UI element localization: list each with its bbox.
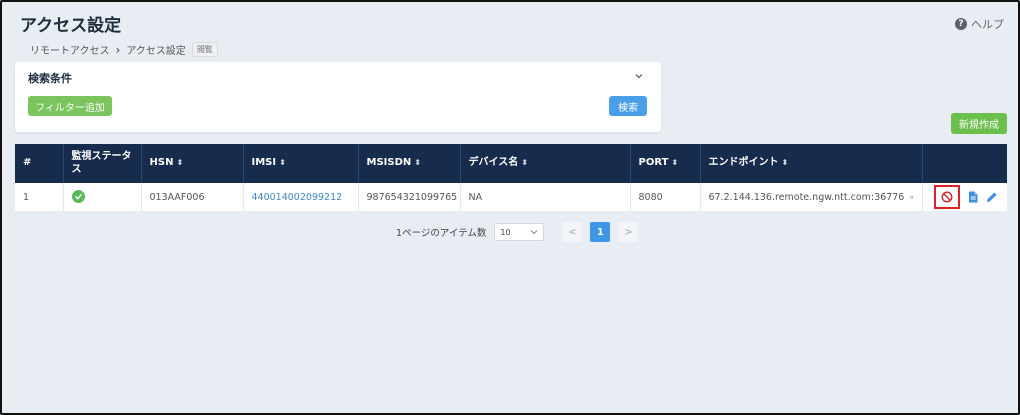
sort-icon[interactable]: ⬍	[671, 158, 678, 167]
cell-msisdn: 987654321099765	[358, 183, 461, 211]
sort-icon[interactable]: ⬍	[414, 158, 421, 167]
column-header-msisdn[interactable]: MSISDN ⬍	[358, 144, 461, 183]
table-header-row: # 監視ステータス HSN ⬍ IMSI ⬍ MSISDN ⬍ デバイス名 ⬍ PORT…	[15, 144, 1007, 183]
access-settings-table: # 監視ステータス HSN ⬍ IMSI ⬍ MSISDN ⬍ デバイス名 ⬍ PORT…	[15, 144, 1007, 211]
cell-hsn: 013AAF006	[141, 183, 244, 211]
items-per-page-label: 1ページのアイテム数	[396, 228, 487, 239]
edit-pencil-icon[interactable]	[986, 191, 998, 203]
search-panel-title: 検索条件	[28, 72, 72, 85]
sort-icon[interactable]: ⬍	[521, 158, 528, 167]
check-circle-icon	[71, 190, 85, 203]
page-title: アクセス設定	[20, 16, 122, 36]
document-icon[interactable]	[968, 191, 978, 203]
prev-page-button[interactable]: <	[562, 222, 583, 242]
breadcrumb-item-access-settings: アクセス設定	[126, 46, 186, 57]
pagination: 1ページのアイテム数 10 < 1 >	[396, 222, 639, 242]
column-header-imsi[interactable]: IMSI ⬍	[243, 144, 359, 183]
create-new-button[interactable]: 新規作成	[951, 113, 1007, 134]
endpoint-text: 67.2.144.136.remote.ngw.ntt.com:36776	[708, 191, 905, 203]
cell-index: 1	[15, 183, 64, 211]
copy-icon[interactable]	[910, 192, 914, 203]
block-icon	[940, 191, 953, 203]
page-size-value: 10	[500, 227, 511, 237]
help-label: ヘルプ	[971, 18, 1004, 31]
help-icon: ?	[955, 18, 967, 30]
sort-icon[interactable]: ⬍	[782, 158, 789, 167]
column-header-device-name[interactable]: デバイス名 ⬍	[460, 144, 631, 183]
view-mode-tag: 閲覧	[191, 42, 218, 57]
column-header-port[interactable]: PORT ⬍	[630, 144, 701, 183]
search-panel: 検索条件 フィルター追加 検索	[15, 62, 661, 132]
breadcrumb-item-remote-access[interactable]: リモートアクセス	[30, 42, 110, 57]
page-size-select[interactable]: 10	[494, 223, 545, 241]
chevron-down-icon[interactable]	[635, 72, 643, 80]
cell-status	[63, 183, 142, 211]
column-header-status: 監視ステータス	[63, 144, 142, 183]
column-header-hsn[interactable]: HSN ⬍	[141, 144, 244, 183]
add-filter-button[interactable]: フィルター追加	[28, 96, 112, 116]
cell-imsi[interactable]: 440014002099212	[243, 183, 359, 211]
chevron-right-icon: ›	[115, 42, 121, 57]
column-header-index: #	[15, 144, 64, 183]
cell-port: 8080	[630, 183, 701, 211]
cell-endpoint: 67.2.144.136.remote.ngw.ntt.com:36776	[700, 183, 923, 211]
column-header-endpoint[interactable]: エンドポイント ⬍	[700, 144, 923, 183]
disable-button[interactable]	[933, 185, 960, 209]
breadcrumb: リモートアクセス › アクセス設定 閲覧	[30, 42, 218, 57]
help-link[interactable]: ? ヘルプ	[955, 16, 1004, 32]
sort-icon[interactable]: ⬍	[279, 158, 286, 167]
chevron-down-icon	[531, 230, 538, 235]
next-page-button[interactable]: >	[618, 222, 639, 242]
table-row: 1 013AAF006 440014002099212 987654321099…	[15, 183, 1007, 211]
search-button[interactable]: 検索	[609, 96, 647, 116]
cell-actions	[922, 183, 1007, 211]
sort-icon[interactable]: ⬍	[176, 158, 183, 167]
cell-device-name: NA	[460, 183, 631, 211]
column-header-actions	[922, 144, 1007, 183]
page-button-current[interactable]: 1	[590, 222, 611, 242]
